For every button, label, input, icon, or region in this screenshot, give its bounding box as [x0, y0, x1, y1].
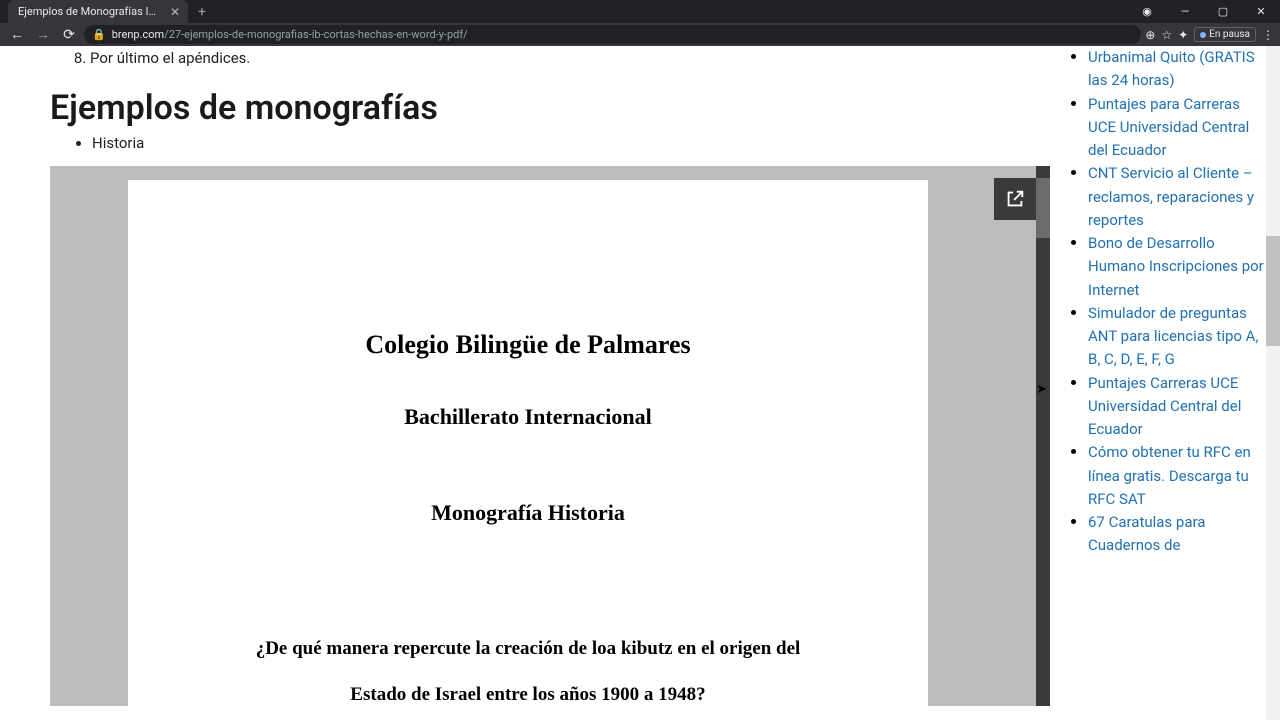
sidebar: Urbanimal Quito (GRATIS las 24 horas) Pun…	[1070, 46, 1280, 720]
pdf-scroll-thumb[interactable]	[1036, 178, 1050, 238]
list-item: Por último el apéndices.	[90, 46, 1070, 70]
sidebar-item: Urbanimal Quito (GRATIS las 24 horas)	[1088, 46, 1264, 93]
sidebar-item: Bono de Desarrollo Humano Inscripciones …	[1088, 232, 1264, 302]
url-domain: brenp.com	[112, 28, 164, 41]
sidebar-item: Puntajes Carreras UCE Universidad Centra…	[1088, 372, 1264, 442]
sidebar-item: 67 Caratulas para Cuadernos de	[1088, 511, 1264, 558]
popout-button[interactable]	[994, 178, 1036, 220]
doc-title: Colegio Bilingüe de Palmares	[188, 330, 868, 360]
sidebar-link[interactable]: Urbanimal Quito (GRATIS las 24 horas)	[1088, 48, 1255, 89]
doc-question: ¿De qué manera repercute la creación de …	[188, 626, 868, 717]
back-button[interactable]: ←	[6, 24, 28, 46]
sidebar-link[interactable]: Bono de Desarrollo Humano Inscripciones …	[1088, 234, 1264, 299]
url-path: /27-ejemplos-de-monografias-ib-cortas-he…	[164, 28, 468, 41]
sidebar-link[interactable]: CNT Servicio al Cliente – reclamos, repa…	[1088, 164, 1254, 229]
extensions-icon[interactable]: ✦	[1178, 28, 1188, 42]
pdf-page: Colegio Bilingüe de Palmares Bachillerat…	[128, 180, 928, 706]
forward-button[interactable]: →	[32, 24, 54, 46]
page-scroll-thumb[interactable]	[1266, 236, 1280, 346]
sidebar-link[interactable]: Cómo obtener tu RFC en línea gratis. Des…	[1088, 443, 1251, 508]
zoom-icon[interactable]: ⊕	[1145, 28, 1155, 42]
profile-badge[interactable]: En pausa	[1194, 27, 1256, 42]
page-scrollbar[interactable]	[1266, 46, 1280, 720]
address-bar[interactable]: 🔒 brenp.com/27-ejemplos-de-monografias-i…	[84, 25, 1141, 44]
maximize-button[interactable]: ▢	[1204, 0, 1242, 23]
browser-tab[interactable]: Ejemplos de Monografías IB cort ✕	[8, 0, 188, 23]
menu-icon[interactable]: ⋮	[1262, 28, 1274, 42]
star-icon[interactable]: ☆	[1161, 28, 1172, 42]
doc-subtitle: Bachillerato Internacional	[188, 404, 868, 430]
lock-icon: 🔒	[92, 28, 106, 41]
reload-button[interactable]: ⟳	[58, 24, 80, 46]
sidebar-link[interactable]: Puntajes para Carreras UCE Universidad C…	[1088, 95, 1249, 160]
close-tab-icon[interactable]: ✕	[170, 5, 180, 19]
record-icon[interactable]: ◉	[1128, 0, 1166, 23]
sidebar-link[interactable]: Simulador de preguntas ANT para licencia…	[1088, 304, 1258, 369]
sidebar-item: Simulador de preguntas ANT para licencia…	[1088, 302, 1264, 372]
sidebar-item: Puntajes para Carreras UCE Universidad C…	[1088, 93, 1264, 163]
sidebar-item: CNT Servicio al Cliente – reclamos, repa…	[1088, 162, 1264, 232]
ordered-list: Por último el apéndices.	[50, 46, 1070, 70]
tab-title: Ejemplos de Monografías IB cort	[18, 5, 162, 18]
list-item: Historia	[92, 134, 1070, 152]
pdf-scrollbar[interactable]	[1036, 166, 1050, 706]
browser-toolbar: ← → ⟳ 🔒 brenp.com/27-ejemplos-de-monogra…	[0, 23, 1280, 46]
article-main: Por último el apéndices. Ejemplos de mon…	[0, 46, 1070, 720]
minimize-button[interactable]: —	[1166, 0, 1204, 23]
section-heading: Ejemplos de monografías	[50, 88, 1070, 128]
pdf-viewer: Colegio Bilingüe de Palmares Bachillerat…	[50, 166, 1050, 706]
sidebar-link[interactable]: 67 Caratulas para Cuadernos de	[1088, 513, 1205, 554]
sidebar-link[interactable]: Puntajes Carreras UCE Universidad Centra…	[1088, 374, 1241, 439]
popout-icon	[1004, 188, 1026, 210]
close-window-button[interactable]: ✕	[1242, 0, 1280, 23]
window-titlebar: Ejemplos de Monografías IB cort ✕ + ◉ — …	[0, 0, 1280, 23]
doc-section: Monografía Historia	[188, 500, 868, 526]
pause-dot-icon	[1200, 32, 1206, 38]
bullet-list: Historia	[50, 134, 1070, 152]
new-tab-button[interactable]: +	[188, 4, 216, 20]
sidebar-item: Cómo obtener tu RFC en línea gratis. Des…	[1088, 441, 1264, 511]
